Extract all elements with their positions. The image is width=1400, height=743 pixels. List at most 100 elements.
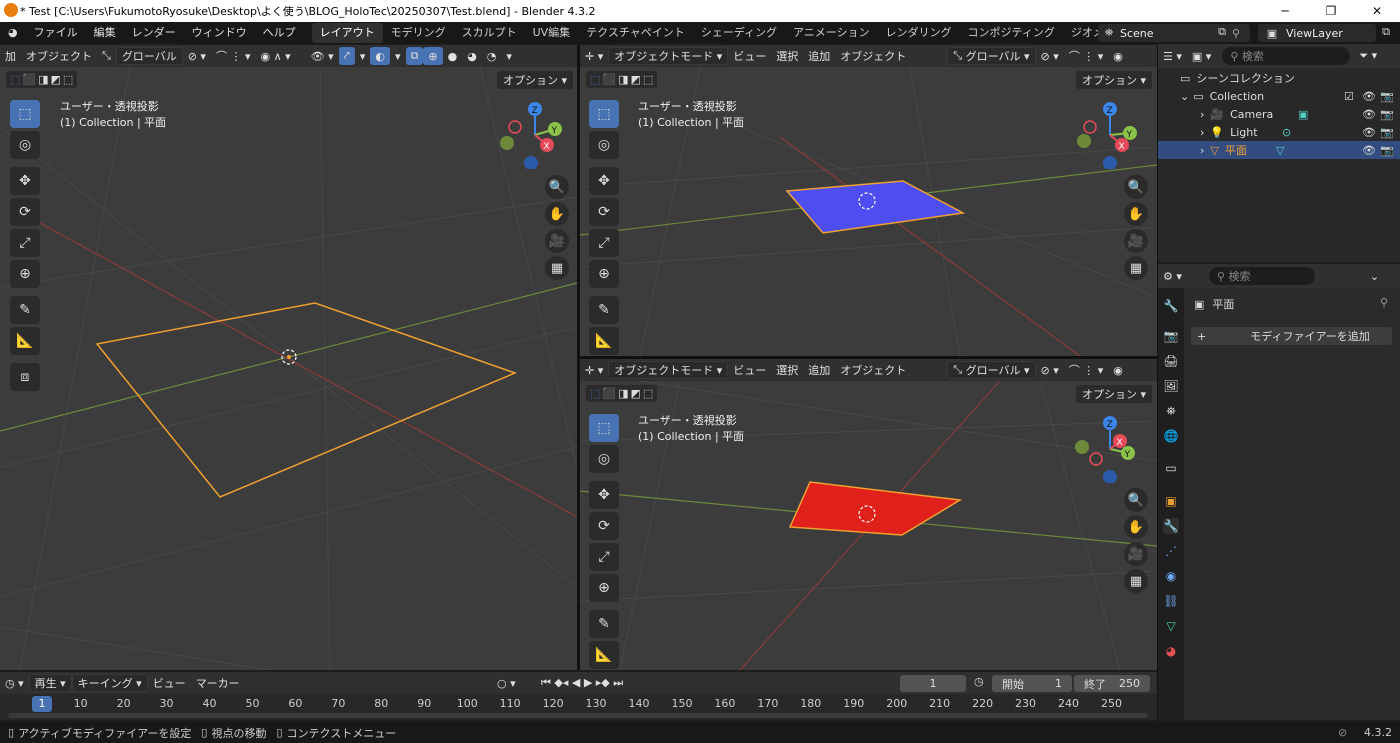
tab-texture-paint[interactable]: テクスチャペイント [578, 23, 693, 43]
transform-tool[interactable]: ⊕ [10, 260, 40, 288]
top-right-viewport[interactable]: ⬚ ⬛ ◨ ◩ ⬚ オプション ▾ ユーザー・透視投影 (1) Collection |… [580, 67, 1157, 356]
preview-range-icon[interactable]: ◷ [974, 675, 984, 688]
overlay-icon[interactable]: ◐ [370, 47, 390, 65]
tab-shading[interactable]: シェーディング [693, 23, 785, 43]
top-right-navigation-gizmo[interactable]: Z Y X [1070, 97, 1150, 169]
light-visibility-icon[interactable]: 👁 [1362, 126, 1376, 139]
bottom-right-select-box-tool[interactable]: ⬚ [589, 414, 619, 442]
bottom-right-cursor-tool[interactable]: ◎ [589, 445, 619, 473]
output-tab-icon[interactable]: 🖨 [1163, 353, 1179, 369]
scene-tab-icon[interactable]: ⛯ [1163, 403, 1179, 419]
overlay-options-icon[interactable]: ▾ [390, 47, 406, 65]
top-right-transform-tool[interactable]: ⊕ [589, 260, 619, 288]
new-scene-icon[interactable]: ⧉ [1214, 25, 1230, 41]
bottom-right-menu-view[interactable]: ビュー [728, 361, 771, 379]
material-tab-icon[interactable]: ◕ [1163, 643, 1179, 659]
plane-visibility-icon[interactable]: 👁 [1362, 144, 1376, 157]
snap-icon[interactable]: ⌒ ⋮ ▾ [211, 47, 256, 65]
outliner-editor-icon[interactable]: ☰ ▾ [1158, 47, 1187, 65]
left-header-cut-label[interactable]: 加 [0, 47, 21, 65]
left-viewport[interactable]: ⬚ ⬛ ◨ ◩ ⬚ オプション ▾ ユーザー・透視投影 (1) Collection |… [0, 67, 577, 670]
editor-type-icon[interactable]: ✛ ▾ [580, 47, 608, 65]
light-render-icon[interactable]: 📷 [1380, 126, 1394, 139]
outliner-collection-row[interactable]: ⌄ ▭ Collection ☑ 👁 📷 [1158, 87, 1400, 105]
properties-editor-icon[interactable]: ⚙ ▾ [1158, 267, 1187, 285]
top-right-annotate-tool[interactable]: ✎ [589, 296, 619, 324]
transform-orientation-icon[interactable]: ⤡ [97, 47, 116, 65]
add-modifier-button[interactable]: + モディファイアーを追加 [1191, 327, 1392, 345]
bottom-right-proportional-icon[interactable]: ◉ [1108, 361, 1128, 379]
top-right-menu-view[interactable]: ビュー [728, 47, 771, 65]
bottom-right-annotate-tool[interactable]: ✎ [589, 610, 619, 638]
pivot-icon[interactable]: ⊘ ▾ [183, 47, 211, 65]
tab-layout[interactable]: レイアウト [311, 23, 383, 43]
tab-modeling[interactable]: モデリング [383, 23, 454, 43]
top-right-select-mode-icons[interactable]: ⬚ ⬛ ◨ ◩ ⬚ [586, 71, 658, 88]
top-right-menu-add[interactable]: 追加 [803, 47, 835, 65]
camera-view-icon[interactable]: 🎥 [545, 229, 569, 253]
tab-compositing[interactable]: コンポジティング [960, 23, 1063, 43]
end-frame-field[interactable]: 終了 250 [1074, 675, 1150, 692]
bottom-right-zoom-icon[interactable]: 🔍 [1124, 488, 1148, 512]
collection-render-icon[interactable]: 📷 [1380, 90, 1394, 103]
bottom-right-menu-object[interactable]: オブジェクト [835, 361, 911, 379]
select-box-tool[interactable]: ⬚ [10, 100, 40, 128]
tab-rendering[interactable]: レンダリング [878, 23, 960, 43]
left-object-menu[interactable]: オブジェクト [21, 47, 97, 65]
collection-expand-icon[interactable]: ⌄ [1180, 90, 1189, 103]
xray-icon[interactable]: ⧉ [405, 47, 424, 65]
zoom-icon[interactable]: 🔍 [545, 175, 569, 199]
top-right-pan-hand-icon[interactable]: ✋ [1124, 202, 1148, 226]
proportional-edit-icon[interactable]: ◉ ∧ ▾ [255, 47, 295, 65]
move-tool[interactable]: ✥ [10, 167, 40, 195]
visibility-icon[interactable]: 👁 ▾ [306, 47, 339, 65]
maximize-button[interactable]: ❐ [1308, 0, 1354, 22]
bottom-right-scale-tool[interactable]: ⤢ [589, 543, 619, 571]
particles-tab-icon[interactable]: ⋰ [1163, 543, 1179, 559]
timeline-view-menu[interactable]: ビュー [148, 674, 191, 692]
pin-icon[interactable]: ⚲ [1232, 27, 1250, 40]
constraints-tab-icon[interactable]: ⛓ [1163, 593, 1179, 609]
bottom-right-transform-orientation[interactable]: ⤡ グローバル ▾ [947, 361, 1036, 379]
annotate-tool[interactable]: ✎ [10, 296, 40, 324]
rendered-shading-icon[interactable]: ◔ [482, 47, 502, 65]
render-tab-icon[interactable]: 📷 [1163, 328, 1179, 344]
top-right-measure-tool[interactable]: 📐 [589, 327, 619, 355]
bottom-right-rotate-tool[interactable]: ⟳ [589, 512, 619, 540]
rotate-tool[interactable]: ⟳ [10, 198, 40, 226]
timeline-editor-icon[interactable]: ◷ ▾ [0, 674, 29, 692]
pan-hand-icon[interactable]: ✋ [545, 202, 569, 226]
top-right-menu-select[interactable]: 選択 [771, 47, 803, 65]
bottom-right-select-mode-icons[interactable]: ⬚ ⬛ ◨ ◩ ⬚ [586, 385, 658, 402]
scale-tool[interactable]: ⤢ [10, 229, 40, 257]
bottom-right-menu-select[interactable]: 選択 [771, 361, 803, 379]
outliner-search-input[interactable]: ⚲ 検索 [1222, 47, 1351, 65]
view-layer-tab-icon[interactable]: 🖼 [1163, 378, 1179, 394]
bottom-right-camera-view-icon[interactable]: 🎥 [1124, 542, 1148, 566]
top-right-move-tool[interactable]: ✥ [589, 167, 619, 195]
start-frame-field[interactable]: 開始 1 [992, 675, 1072, 692]
left-transform-orientation[interactable]: グローバル [115, 47, 183, 65]
bottom-right-navigation-gizmo[interactable]: Z Y X [1070, 411, 1150, 483]
top-right-transform-orientation[interactable]: ⤡ グローバル ▾ [947, 47, 1036, 65]
bottom-right-editor-type-icon[interactable]: ✛ ▾ [580, 361, 608, 379]
wireframe-shading-icon[interactable]: ⊕ [423, 47, 443, 65]
bottom-right-mode-dropdown[interactable]: オブジェクトモード ▾ [608, 361, 729, 379]
bottom-right-measure-tool[interactable]: 📐 [589, 641, 619, 669]
top-right-zoom-icon[interactable]: 🔍 [1124, 175, 1148, 199]
bottom-right-move-tool[interactable]: ✥ [589, 481, 619, 509]
top-right-pivot-icon[interactable]: ⊘ ▾ [1036, 47, 1064, 65]
physics-tab-icon[interactable]: ◉ [1163, 568, 1179, 584]
tab-sculpt[interactable]: スカルプト [454, 23, 525, 43]
overlay-dropdown-icon[interactable]: ▾ [355, 47, 371, 65]
bottom-right-snap-icon[interactable]: ⌒ ⋮ ▾ [1064, 361, 1109, 379]
light-expand-icon[interactable]: › [1200, 126, 1204, 139]
close-button[interactable]: ✕ [1354, 0, 1400, 22]
data-tab-icon[interactable]: ▽ [1163, 618, 1179, 634]
perspective-grid-icon[interactable]: ▦ [545, 256, 569, 280]
bottom-right-pivot-icon[interactable]: ⊘ ▾ [1036, 361, 1064, 379]
world-tab-icon[interactable]: 🌐 [1163, 428, 1179, 444]
top-right-select-box-tool[interactable]: ⬚ [589, 100, 619, 128]
timeline-scrollbar[interactable] [8, 713, 1148, 718]
outliner-filter-icon[interactable]: ⏷ ▾ [1354, 47, 1382, 65]
